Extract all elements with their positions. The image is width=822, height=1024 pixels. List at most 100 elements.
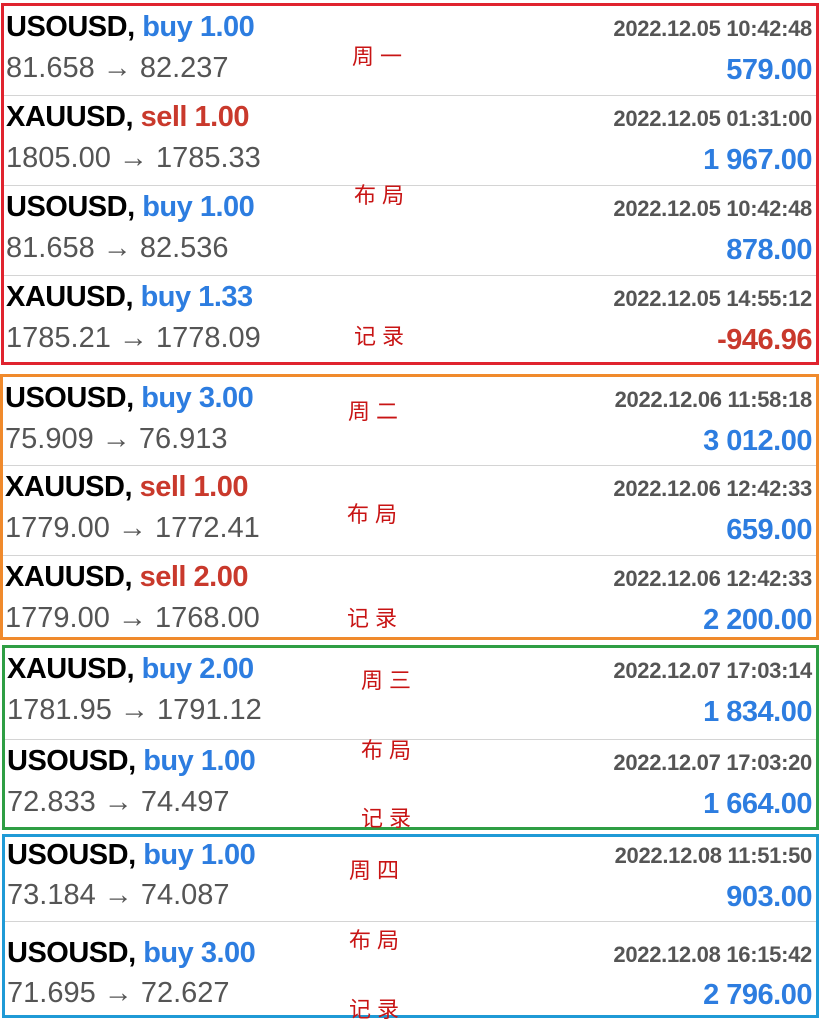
trade-profit: 903.00: [726, 881, 812, 913]
trade-symbol: USOUSD,: [7, 937, 136, 969]
handwritten-note-day: 周三: [361, 669, 418, 694]
trade-symbol: XAUUSD,: [7, 653, 135, 685]
close-price: 74.087: [140, 879, 230, 911]
close-price: 82.237: [139, 52, 229, 84]
trade-time: 2022.12.05 14:55:12: [613, 286, 812, 311]
handwritten-note-record: 记录: [347, 607, 404, 632]
open-price: 81.658: [6, 232, 95, 264]
trade-row[interactable]: XAUUSD, sell 1.00 1779.00 → 1772.41 2022…: [3, 465, 816, 556]
trade-volume: 1.00: [199, 11, 255, 43]
trade-profit: -946.96: [717, 324, 812, 356]
trade-volume: 1.00: [194, 101, 250, 133]
trade-side: buy: [141, 653, 193, 685]
handwritten-note-record: 记录: [354, 325, 411, 350]
handwritten-note-layout: 布局: [347, 503, 404, 528]
trade-side: buy: [140, 281, 192, 313]
close-price: 74.497: [140, 786, 230, 818]
open-price: 1779.00: [5, 602, 110, 634]
trade-group-tuesday: USOUSD, buy 3.00 75.909 → 76.913 2022.12…: [0, 374, 819, 640]
handwritten-note-day: 周二: [348, 400, 405, 425]
arrow-icon: →: [118, 142, 148, 174]
trade-profit: 579.00: [726, 54, 812, 86]
trade-symbol: XAUUSD,: [6, 101, 134, 133]
open-price: 81.658: [6, 52, 95, 84]
trade-side: buy: [143, 745, 194, 777]
trade-row[interactable]: USOUSD, buy 1.00 81.658 → 82.237 2022.12…: [4, 6, 816, 95]
handwritten-note-layout: 布局: [349, 929, 406, 954]
trade-side: buy: [143, 937, 194, 969]
open-price: 1779.00: [5, 512, 110, 544]
arrow-icon: →: [101, 423, 131, 455]
open-price: 72.833: [7, 786, 96, 818]
trade-side: buy: [142, 191, 193, 223]
open-price: 1785.21: [6, 322, 111, 354]
trade-row[interactable]: USOUSD, buy 1.00 73.184 → 74.087 2022.12…: [5, 837, 816, 921]
trade-profit: 2 796.00: [703, 979, 812, 1011]
close-price: 1772.41: [154, 512, 260, 544]
handwritten-note-day: 周一: [352, 45, 409, 70]
trade-row[interactable]: USOUSD, buy 3.00 75.909 → 76.913 2022.12…: [3, 377, 816, 465]
close-price: 1785.33: [155, 142, 261, 174]
trade-symbol: USOUSD,: [5, 382, 134, 414]
trade-symbol: XAUUSD,: [6, 281, 134, 313]
trade-time: 2022.12.05 10:42:48: [613, 16, 812, 41]
arrow-icon: →: [103, 977, 133, 1009]
arrow-icon: →: [118, 322, 148, 354]
trade-group-wednesday: XAUUSD, buy 2.00 1781.95 → 1791.12 2022.…: [2, 645, 819, 832]
trade-group-thursday: USOUSD, buy 1.00 73.184 → 74.087 2022.12…: [2, 834, 819, 1023]
open-price: 1781.95: [7, 694, 112, 726]
trade-profit: 1 664.00: [703, 788, 812, 820]
trade-time: 2022.12.06 12:42:33: [613, 566, 812, 591]
trade-volume: 3.00: [198, 382, 254, 414]
trade-time: 2022.12.07 17:03:20: [613, 750, 812, 775]
open-price: 1805.00: [6, 142, 111, 174]
trade-profit: 878.00: [726, 234, 812, 266]
trade-side: buy: [143, 839, 194, 871]
handwritten-note-layout: 布局: [361, 739, 418, 764]
trade-volume: 1.33: [198, 281, 253, 313]
trade-symbol: USOUSD,: [7, 839, 136, 871]
trade-volume: 2.00: [199, 653, 254, 685]
trade-profit: 3 012.00: [703, 425, 812, 457]
trade-symbol: USOUSD,: [7, 745, 136, 777]
close-price: 72.627: [140, 977, 230, 1009]
trade-side: buy: [142, 11, 193, 43]
trade-time: 2022.12.05 10:42:48: [613, 196, 812, 221]
trade-time: 2022.12.05 01:31:00: [613, 106, 812, 131]
trade-side: buy: [141, 382, 192, 414]
arrow-icon: →: [117, 602, 147, 634]
trade-volume: 1.00: [199, 191, 255, 223]
handwritten-note-layout: 布局: [354, 184, 411, 209]
trade-time: 2022.12.06 11:58:18: [614, 387, 813, 412]
trade-volume: 1.00: [200, 745, 256, 777]
close-price: 1778.09: [155, 322, 261, 354]
open-price: 75.909: [5, 423, 94, 455]
trade-side: sell: [139, 471, 187, 503]
trade-side: sell: [140, 101, 188, 133]
trade-row[interactable]: XAUUSD, sell 2.00 1779.00 → 1768.00 2022…: [3, 555, 816, 638]
trade-row[interactable]: USOUSD, buy 3.00 71.695 → 72.627 2022.12…: [5, 921, 816, 1016]
trade-volume: 2.00: [193, 561, 249, 593]
arrow-icon: →: [103, 879, 133, 911]
trade-symbol: USOUSD,: [6, 11, 135, 43]
close-price: 76.913: [138, 423, 228, 455]
trade-profit: 1 834.00: [703, 696, 812, 728]
arrow-icon: →: [103, 786, 133, 818]
trade-volume: 1.00: [193, 471, 249, 503]
trade-profit: 1 967.00: [703, 144, 812, 176]
close-price: 82.536: [139, 232, 229, 264]
trade-group-monday: USOUSD, buy 1.00 81.658 → 82.237 2022.12…: [1, 3, 819, 365]
trade-profit: 2 200.00: [703, 604, 812, 636]
trade-time: 2022.12.08 16:15:42: [613, 942, 812, 967]
trade-profit: 659.00: [726, 514, 812, 546]
trade-row[interactable]: XAUUSD, sell 1.00 1805.00 → 1785.33 2022…: [4, 95, 816, 186]
arrow-icon: →: [102, 52, 132, 84]
arrow-icon: →: [117, 512, 147, 544]
close-price: 1791.12: [156, 694, 262, 726]
handwritten-note-record: 记录: [349, 998, 406, 1023]
trade-time: 2022.12.08 11:51:50: [614, 843, 813, 868]
trade-time: 2022.12.06 12:42:33: [613, 476, 812, 501]
handwritten-note-day: 周四: [349, 859, 406, 884]
trade-volume: 3.00: [200, 937, 256, 969]
arrow-icon: →: [102, 232, 132, 264]
